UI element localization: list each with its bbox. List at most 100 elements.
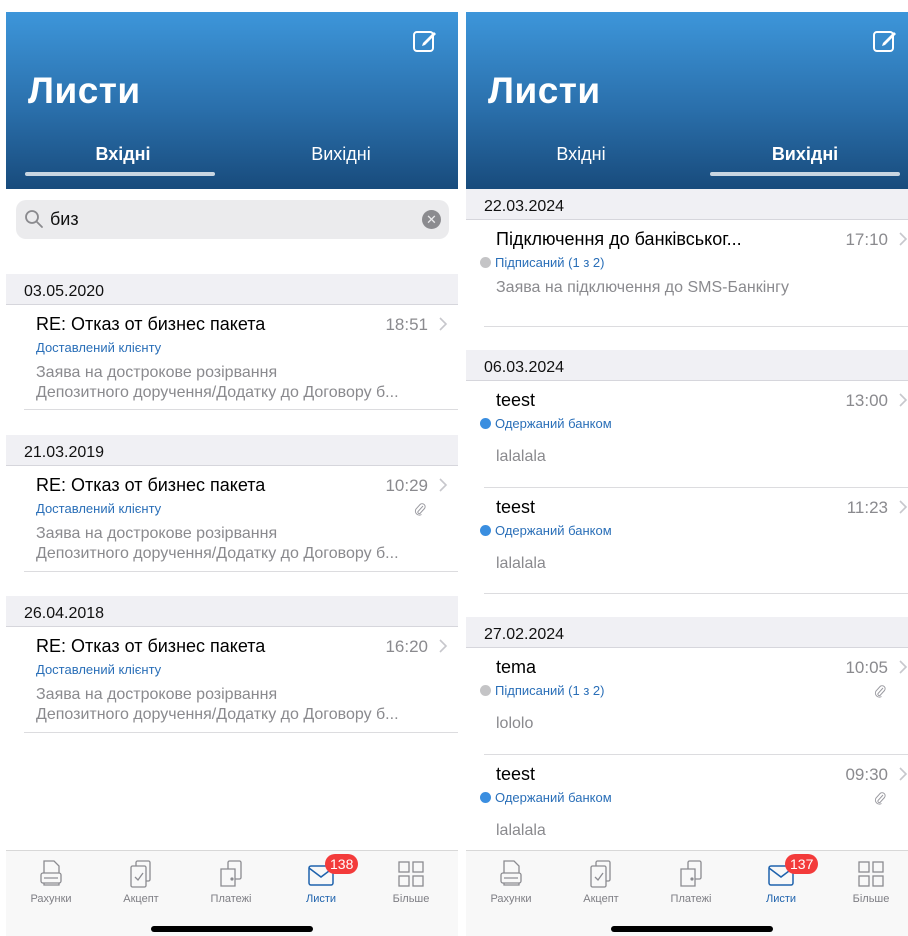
message-time: 11:23 <box>846 498 888 517</box>
paperclip-icon <box>414 503 426 516</box>
message-time: 13:00 <box>845 391 888 410</box>
payments-icon <box>220 860 242 887</box>
message-time: 10:29 <box>385 476 428 495</box>
message-subject: RE: Отказ от бизнес пакета <box>36 636 266 656</box>
group-date: 22.03.2024 <box>484 198 565 215</box>
page-title: Листи <box>488 70 601 111</box>
tab-payments[interactable]: Платежі <box>651 859 731 905</box>
preview-line-1: Заява на дострокове розірвання <box>36 364 278 381</box>
compose-icon[interactable] <box>412 28 438 54</box>
message-subject: RE: Отказ от бизнес пакета <box>36 475 266 495</box>
tab-inbox[interactable]: Вхідні <box>28 144 218 165</box>
tab-payments[interactable]: Платежі <box>191 859 271 905</box>
date-group-header: 26.04.2018 <box>6 596 458 627</box>
tab-outbox[interactable]: Вихідні <box>246 144 436 165</box>
message-row[interactable]: teest 09:30 Одержаний банком lalalala <box>480 755 908 850</box>
message-preview: Заява на дострокове розірвання Депозитно… <box>36 363 436 403</box>
accept-icon <box>130 860 151 888</box>
clear-icon[interactable]: ✕ <box>422 210 441 229</box>
home-indicator <box>611 926 773 932</box>
search-icon <box>25 210 43 228</box>
message-preview: lalalala <box>496 555 546 572</box>
chevron-right-icon <box>899 232 908 246</box>
preview-line-2: Депозитного доручення/Додатку до Договор… <box>36 706 399 723</box>
message-subject: Підключення до банківськог... <box>496 229 742 249</box>
message-subject: teest <box>496 497 536 517</box>
compose-icon[interactable] <box>872 28 898 54</box>
tab-indicator <box>25 172 215 176</box>
search-field[interactable]: биз ✕ <box>16 200 449 239</box>
status-label: Одержаний банком <box>495 523 612 538</box>
message-row[interactable]: tema 10:05 Підписаний (1 з 2) lololo <box>480 648 908 755</box>
message-status: Доставлений клієнту <box>36 340 162 355</box>
accept-icon <box>590 860 611 888</box>
tab-accept[interactable]: Акцепт <box>101 859 181 905</box>
unread-badge: 137 <box>785 854 819 874</box>
group-date: 03.05.2020 <box>24 283 105 300</box>
date-group-header: 06.03.2024 <box>466 350 908 381</box>
tab-more[interactable]: Більше <box>371 859 451 905</box>
group-date: 26.04.2018 <box>24 605 105 622</box>
paperclip-icon <box>874 792 886 805</box>
preview-line-2: Депозитного доручення/Додатку до Договор… <box>36 384 399 401</box>
message-preview: Заява на підключення до SMS-Банкінгу <box>496 279 789 296</box>
tab-label: Акцепт <box>123 893 159 905</box>
message-status: Підписаний (1 з 2) <box>480 255 604 270</box>
message-preview: lalalala <box>496 448 546 465</box>
message-time: 16:20 <box>385 637 428 656</box>
message-subject: teest <box>496 390 536 410</box>
tab-indicator <box>710 172 900 176</box>
tab-accounts[interactable]: Рахунки <box>471 859 551 905</box>
status-label: Одержаний банком <box>495 416 612 431</box>
tab-label: Листи <box>765 893 797 905</box>
message-row[interactable]: RE: Отказ от бизнес пакета 16:20 Доставл… <box>24 627 458 733</box>
message-subject: tema <box>496 657 537 677</box>
tab-label: Рахунки <box>30 893 72 905</box>
search-input[interactable]: биз <box>50 209 79 230</box>
date-group-header: 21.03.2019 <box>6 435 458 466</box>
header: Листи Вхідні Вихідні <box>6 12 458 189</box>
tab-more[interactable]: Більше <box>831 859 908 905</box>
status-dot <box>480 685 491 696</box>
tab-accounts[interactable]: Рахунки <box>11 859 91 905</box>
message-row[interactable]: Підключення до банківськог... 17:10 Підп… <box>480 220 908 327</box>
tab-label: Платежі <box>210 893 252 905</box>
status-dot <box>480 257 491 268</box>
message-status: Одержаний банком <box>480 523 612 538</box>
message-status: Доставлений клієнту <box>36 501 162 516</box>
message-preview: lololo <box>496 715 534 732</box>
message-time: 18:51 <box>385 315 428 334</box>
status-label: Підписаний (1 з 2) <box>495 683 605 698</box>
chevron-right-icon <box>899 500 908 514</box>
tab-mail[interactable]: 137 Листи <box>741 854 821 905</box>
message-row[interactable]: teest 11:23 Одержаний банком lalalala <box>480 488 908 594</box>
chevron-right-icon <box>439 639 448 653</box>
tab-mail[interactable]: 138 Листи <box>281 854 361 905</box>
tab-label: Рахунки <box>490 893 532 905</box>
preview-line-2: Депозитного доручення/Додатку до Договор… <box>36 545 399 562</box>
date-group-header: 03.05.2020 <box>6 274 458 305</box>
chevron-right-icon <box>899 660 908 674</box>
message-row[interactable]: RE: Отказ от бизнес пакета 10:29 Доставл… <box>24 466 458 572</box>
tab-label: Листи <box>305 893 337 905</box>
status-label: Одержаний банком <box>495 790 612 805</box>
date-group-header: 27.02.2024 <box>466 617 908 648</box>
message-preview: lalalala <box>496 822 546 839</box>
tab-accept[interactable]: Акцепт <box>561 859 641 905</box>
message-time: 09:30 <box>845 765 888 784</box>
status-label: Підписаний (1 з 2) <box>495 255 605 270</box>
message-row[interactable]: RE: Отказ от бизнес пакета 18:51 Доставл… <box>24 305 458 410</box>
more-grid-icon <box>858 861 884 887</box>
date-group-header: 22.03.2024 <box>466 189 908 220</box>
message-time: 17:10 <box>845 230 888 249</box>
tab-outbox[interactable]: Вихідні <box>710 144 900 165</box>
message-status: Підписаний (1 з 2) <box>480 683 604 698</box>
unread-badge: 138 <box>325 854 359 874</box>
status-dot <box>480 525 491 536</box>
accounts-icon <box>40 860 62 886</box>
message-row[interactable]: teest 13:00 Одержаний банком lalalala <box>480 381 908 488</box>
chevron-right-icon <box>899 393 908 407</box>
message-subject: teest <box>496 764 536 784</box>
outbox-screen: Листи Вхідні Вихідні 22.03.2024 Підключе… <box>466 0 908 936</box>
tab-inbox[interactable]: Вхідні <box>486 144 676 165</box>
